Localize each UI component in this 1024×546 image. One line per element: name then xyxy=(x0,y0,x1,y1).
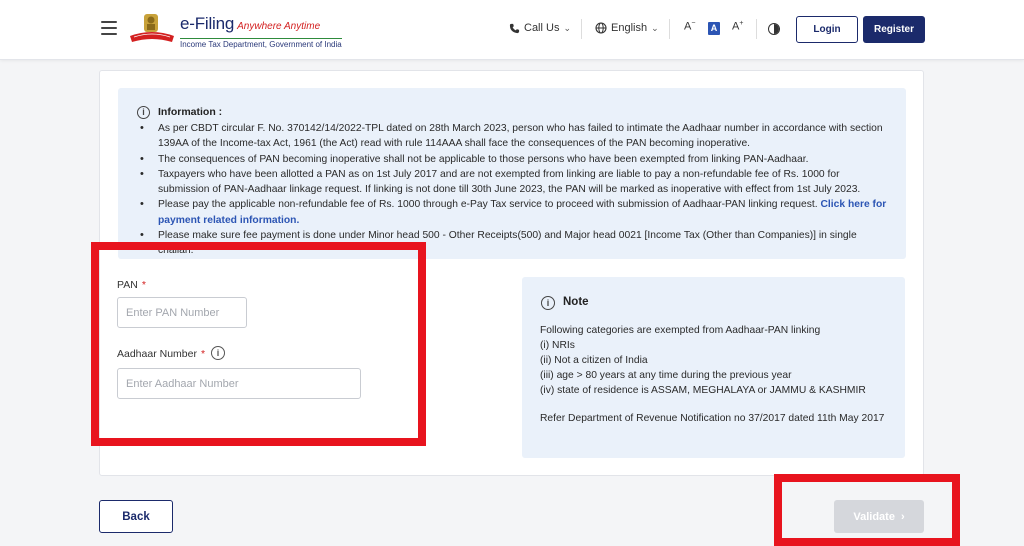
brand-subtitle: Income Tax Department, Government of Ind… xyxy=(180,38,342,49)
pan-label-text: PAN xyxy=(117,279,138,291)
list-item: The consequences of PAN becoming inopera… xyxy=(138,152,888,168)
required-marker: * xyxy=(141,279,146,291)
phone-icon xyxy=(509,23,520,33)
emblem-logo[interactable] xyxy=(128,12,176,46)
list-item: (iii) age > 80 years at any time during … xyxy=(540,370,792,381)
info-icon: i xyxy=(541,296,555,310)
back-button[interactable]: Back xyxy=(99,500,173,533)
list-item: (iv) state of residence is ASSAM, MEGHAL… xyxy=(540,385,866,396)
font-increase-button[interactable]: A+ xyxy=(732,20,743,33)
information-list: As per CBDT circular F. No. 370142/14/20… xyxy=(138,121,888,259)
top-header: e-Filing Anywhere Anytime Income Tax Depa… xyxy=(0,0,1024,60)
chevron-down-icon: ⌄ xyxy=(651,22,659,33)
note-intro: Following categories are exempted from A… xyxy=(540,325,821,336)
chevron-down-icon: ⌄ xyxy=(563,22,571,33)
information-title: Information : xyxy=(158,106,223,118)
list-item: Taxpayers who have been allotted a PAN a… xyxy=(138,167,888,198)
brand-tagline: Anywhere Anytime xyxy=(237,21,321,32)
font-decrease-button[interactable]: A− xyxy=(684,20,695,33)
call-us-dropdown[interactable]: Call Us ⌄ xyxy=(509,22,571,34)
list-item: (ii) Not a citizen of India xyxy=(540,355,648,366)
aadhaar-label-text: Aadhaar Number xyxy=(117,348,197,360)
pan-label: PAN * xyxy=(117,279,146,291)
divider xyxy=(581,19,582,39)
aadhaar-input[interactable] xyxy=(117,368,361,399)
menu-icon[interactable] xyxy=(101,21,117,35)
brand-title: e-Filing xyxy=(180,14,235,33)
pan-input[interactable] xyxy=(117,297,247,328)
chevron-right-icon: › xyxy=(900,510,905,523)
register-button[interactable]: Register xyxy=(863,16,925,43)
language-label: English xyxy=(611,22,648,34)
globe-icon xyxy=(595,22,607,34)
login-button[interactable]: Login xyxy=(796,16,858,43)
note-body: Following categories are exempted from A… xyxy=(540,323,890,398)
list-item: As per CBDT circular F. No. 370142/14/20… xyxy=(138,121,888,152)
note-reference: Refer Department of Revenue Notification… xyxy=(540,413,885,424)
aadhaar-label: Aadhaar Number * xyxy=(117,348,205,360)
divider xyxy=(756,19,757,39)
list-item: Please pay the applicable non-refundable… xyxy=(138,197,888,228)
divider xyxy=(669,19,670,39)
list-item: (i) NRIs xyxy=(540,340,575,351)
validate-label: Validate xyxy=(853,510,895,523)
call-us-label: Call Us xyxy=(524,22,560,34)
validate-button[interactable]: Validate › xyxy=(834,500,924,533)
language-dropdown[interactable]: English ⌄ xyxy=(595,22,659,34)
brand[interactable]: e-Filing Anywhere Anytime Income Tax Depa… xyxy=(180,14,342,52)
aadhaar-help-icon[interactable]: i xyxy=(211,346,225,360)
required-marker: * xyxy=(200,348,206,360)
list-item: Please make sure fee payment is done und… xyxy=(138,228,888,259)
contrast-icon[interactable] xyxy=(768,23,780,35)
list-item-text: Please pay the applicable non-refundable… xyxy=(158,199,818,211)
info-icon: i xyxy=(137,106,150,119)
note-title: Note xyxy=(563,296,589,308)
font-normal-button[interactable]: A xyxy=(708,22,720,35)
